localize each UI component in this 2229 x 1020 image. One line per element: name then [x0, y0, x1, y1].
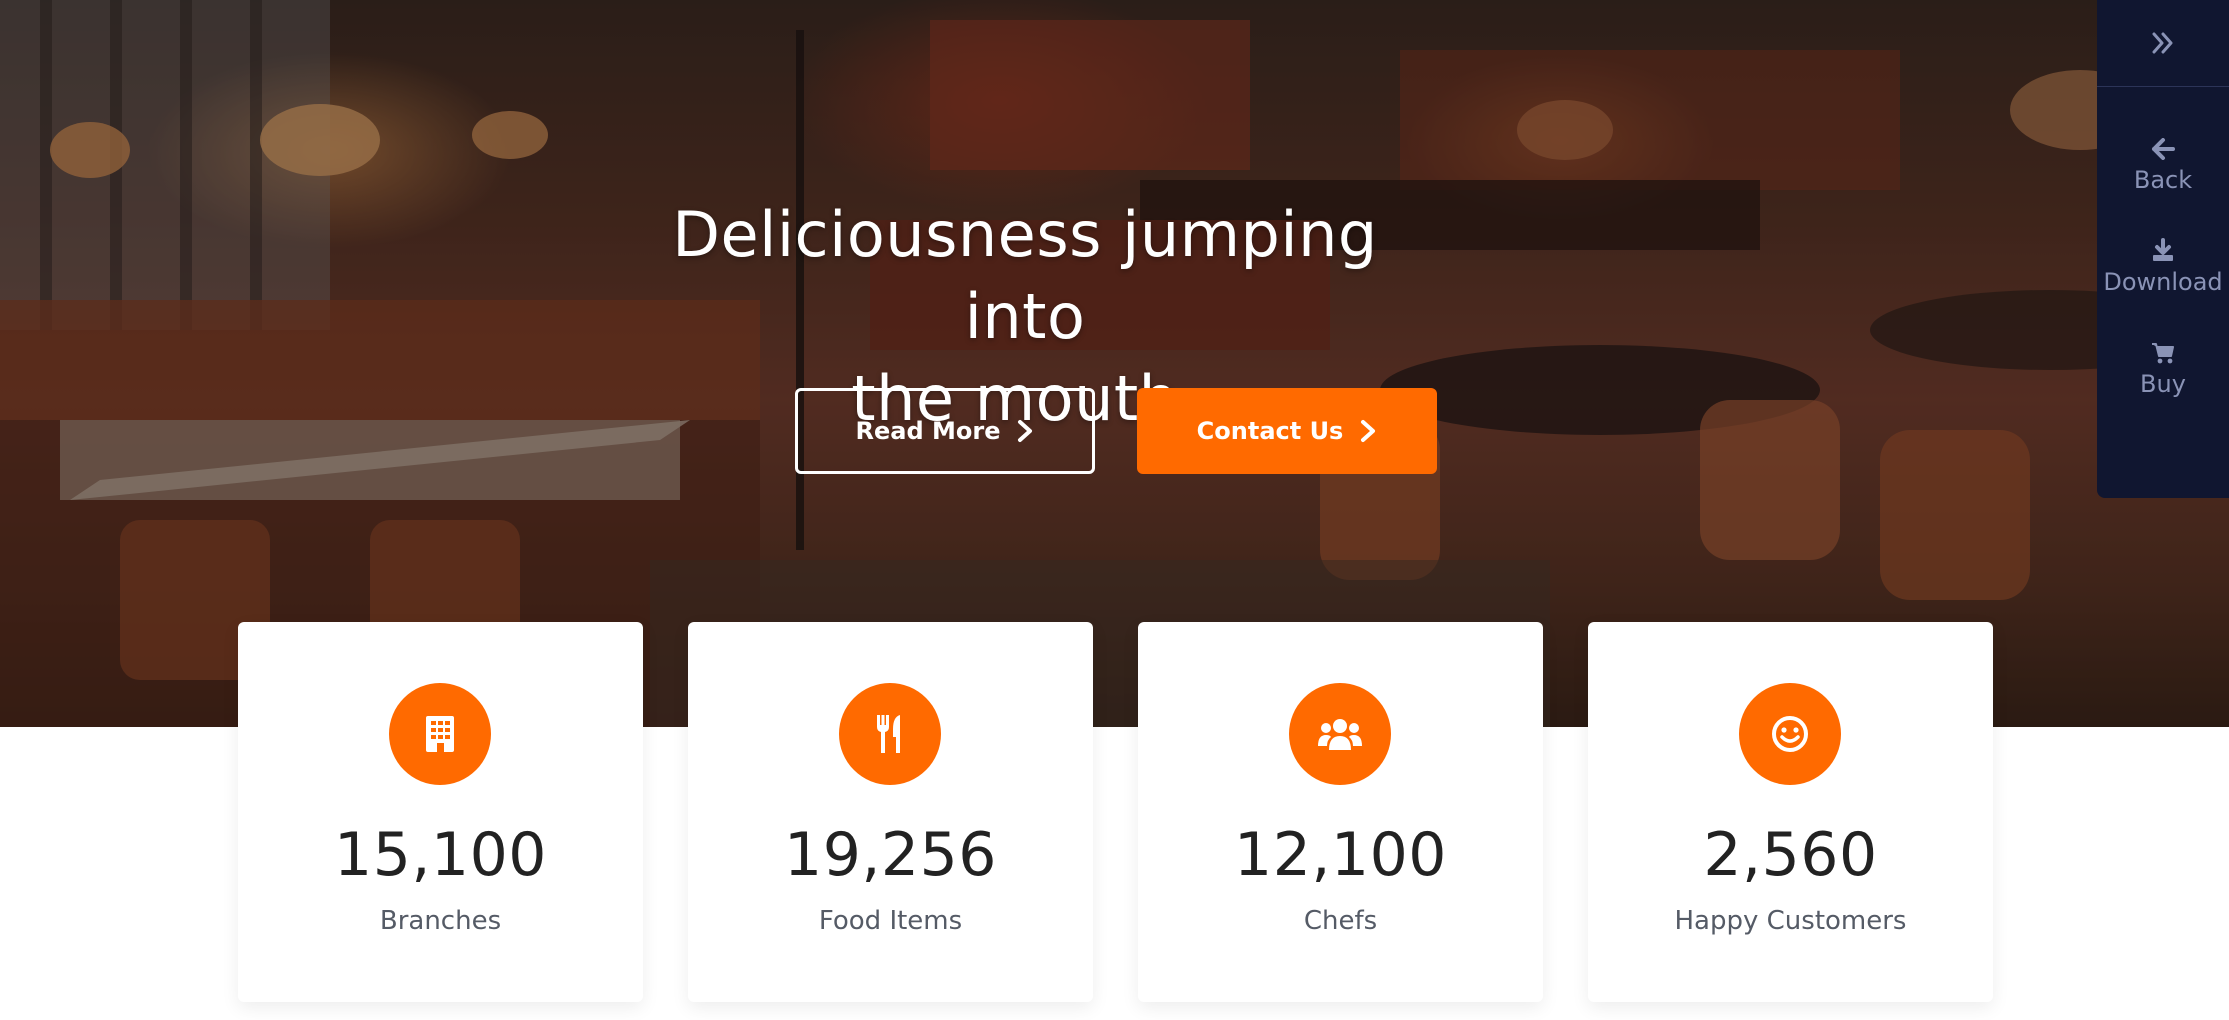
stat-card-chefs: 12,100 Chefs: [1138, 622, 1543, 1002]
stat-label: Food Items: [818, 906, 963, 936]
side-item-back[interactable]: Back: [2097, 138, 2229, 194]
contact-us-label: Contact Us: [1196, 417, 1344, 445]
chevron-right-icon: [1018, 420, 1033, 442]
stat-card-branches: 15,100 Branches: [238, 622, 643, 1002]
stat-value: 15,100: [334, 820, 547, 890]
stat-label: Branches: [379, 906, 502, 936]
stat-value: 12,100: [1234, 820, 1447, 890]
side-panel: Back Download Buy: [2097, 0, 2229, 498]
users-icon: [1289, 683, 1391, 785]
stat-card-food-items: 19,256 Food Items: [688, 622, 1093, 1002]
cart-icon: [2152, 343, 2174, 364]
side-item-back-label: Back: [2133, 166, 2193, 194]
hero-section: Deliciousness jumping into the mouth. Re…: [0, 0, 2229, 727]
smile-icon: [1739, 683, 1841, 785]
double-chevron-right-icon: [2152, 32, 2173, 54]
panel-toggle-button[interactable]: [2097, 0, 2229, 87]
side-item-buy-label: Buy: [2140, 370, 2186, 398]
building-icon: [389, 683, 491, 785]
download-icon: [2153, 238, 2173, 261]
side-item-buy[interactable]: Buy: [2097, 342, 2229, 398]
stat-label: Chefs: [1303, 906, 1378, 936]
chevron-right-icon: [1361, 420, 1376, 442]
stat-value: 2,560: [1703, 820, 1878, 890]
arrow-left-icon: [2152, 138, 2175, 160]
stat-label: Happy Customers: [1674, 906, 1907, 936]
stat-card-happy-customers: 2,560 Happy Customers: [1588, 622, 1993, 1002]
stat-value: 19,256: [784, 820, 997, 890]
contact-us-button[interactable]: Contact Us: [1137, 388, 1437, 474]
utensils-icon: [839, 683, 941, 785]
side-item-download-label: Download: [2103, 268, 2223, 296]
read-more-label: Read More: [855, 417, 1001, 445]
side-item-download[interactable]: Download: [2097, 238, 2229, 296]
read-more-button[interactable]: Read More: [795, 388, 1095, 474]
